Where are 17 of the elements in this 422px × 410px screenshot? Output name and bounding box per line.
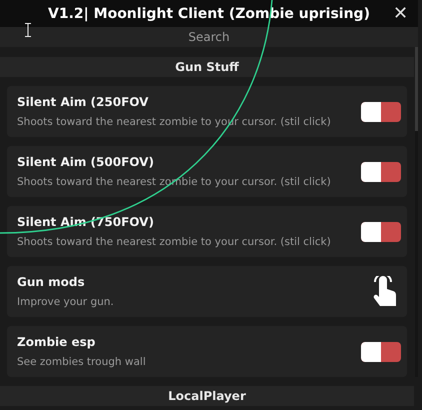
option-name: Silent Aim (500FOV) [17,155,155,169]
toggle-switch[interactable] [361,222,401,242]
section-header: Gun Stuff [0,57,414,77]
option-description: See zombies trough wall [17,356,147,368]
toggle-switch[interactable] [361,102,401,122]
search-field[interactable]: Search [0,27,418,47]
section-header: LocalPlayer [0,386,414,406]
option-description: Shoots toward the nearest zombie to your cursor. (stil click) [17,236,332,248]
option-description: Improve your gun. [17,296,115,308]
pointing-hand-icon[interactable] [371,276,397,308]
text-cursor-icon [25,23,31,37]
option-name: Zombie esp [17,335,96,349]
option-name: Silent Aim (250FOV [17,95,150,109]
toggle-switch[interactable] [361,162,401,182]
close-button[interactable]: ✕ [391,2,410,24]
option-name: Gun mods [17,275,86,289]
toggle-switch[interactable] [361,342,401,362]
